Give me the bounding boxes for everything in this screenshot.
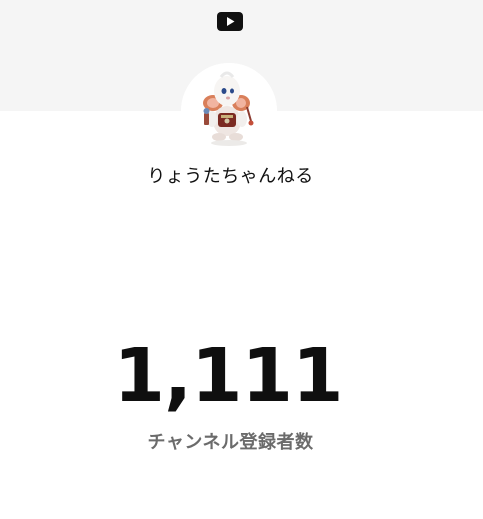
channel-avatar[interactable] [181, 63, 277, 159]
channel-name[interactable]: りょうたちゃんねる [0, 162, 461, 188]
subscriber-count: 1,111 [113, 333, 343, 419]
mouse-character-avatar [181, 63, 277, 159]
subscriber-label: チャンネル登録者数 [147, 432, 314, 453]
subscriber-counter-page: りょうたちゃんねる 1,111 チャンネル登録者数 [0, 0, 483, 519]
youtube-icon[interactable] [217, 12, 243, 31]
